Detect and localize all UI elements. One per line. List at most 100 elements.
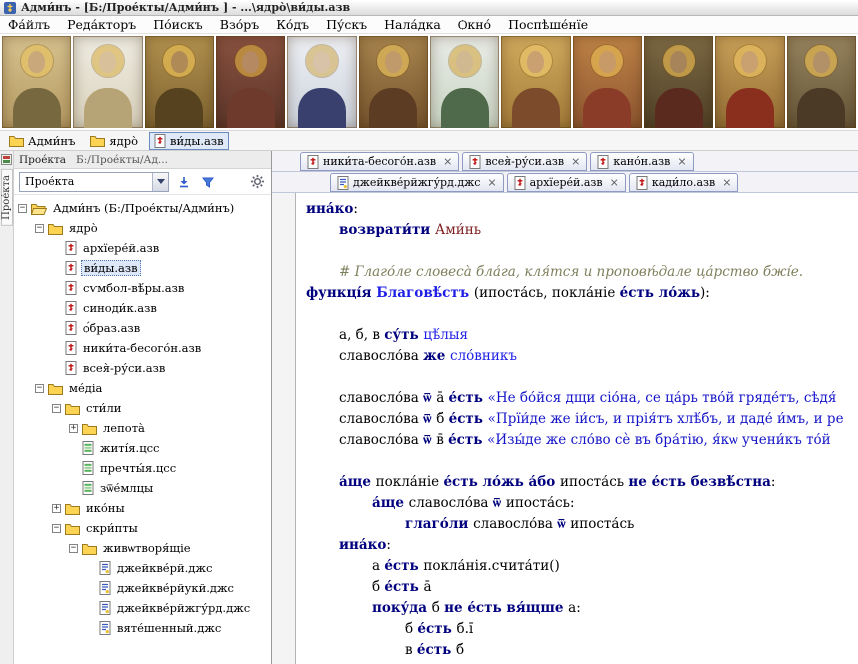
menu-item[interactable]: Фа́йлъ <box>8 17 50 32</box>
tree-item[interactable]: −живѡтворя́щіе <box>14 538 271 558</box>
shortcut-item[interactable]: ядро̀ <box>86 133 142 149</box>
code-token-pun: : <box>353 201 358 217</box>
icon-thumbnail[interactable] <box>2 36 71 128</box>
collapse-box-icon[interactable]: − <box>52 524 61 533</box>
code-token-id: ипоста́сь <box>570 516 634 532</box>
tree-item-label: житі́я.цсс <box>98 441 161 455</box>
menu-item[interactable]: Ѻкно́ <box>458 17 491 33</box>
expand-box-icon[interactable]: + <box>69 424 78 433</box>
tab-close-icon[interactable]: × <box>677 156 686 167</box>
icon-thumbnail[interactable] <box>216 36 285 128</box>
face-shape <box>599 51 616 73</box>
tab-close-icon[interactable]: × <box>571 156 580 167</box>
folder-icon <box>82 542 97 555</box>
code-token-kw: не е́сть <box>444 600 506 616</box>
code-token-id: б <box>405 621 417 637</box>
icon-thumbnail[interactable] <box>145 36 214 128</box>
editor-tab[interactable]: кано́н.азв× <box>590 152 693 171</box>
collapse-box-icon[interactable]: − <box>69 544 78 553</box>
tree-item[interactable]: ѻ́браз.азв <box>14 318 271 338</box>
icon-thumbnail[interactable] <box>573 36 642 128</box>
icon-thumbnail[interactable] <box>715 36 784 128</box>
code-token-num: б̄ <box>436 411 448 427</box>
tree-item[interactable]: архїере́й.азв <box>14 238 271 258</box>
tree-item[interactable]: джейкве́рйукй.джс <box>14 578 271 598</box>
shortcut-item[interactable]: ви́ды.азв <box>149 132 229 150</box>
collapse-box-icon[interactable]: − <box>52 404 61 413</box>
shortcut-item[interactable]: Адми́нъ <box>5 133 79 149</box>
shortcut-label: ядро̀ <box>109 134 138 148</box>
code-line: а, б, в су́ть цѣ́лыя <box>306 325 858 346</box>
icon-thumbnail[interactable] <box>287 36 356 128</box>
icon-thumbnail[interactable] <box>787 36 856 128</box>
editor-tab[interactable]: всея̀-ру́си.азв× <box>462 152 587 171</box>
menu-item[interactable]: Нала́дка <box>384 17 441 32</box>
collapse-box-icon[interactable]: − <box>35 384 44 393</box>
tree-item[interactable]: −скри́пты <box>14 518 271 538</box>
tree-item[interactable]: джейкве́рйжгу́рд.джс <box>14 598 271 618</box>
menu-item[interactable]: По́искъ <box>153 17 203 32</box>
collapse-box-icon[interactable]: − <box>35 224 44 233</box>
tree-item[interactable]: всея̀-ру́си.азв <box>14 358 271 378</box>
editor-tab[interactable]: джейкве́рйжгу́рд.джс × <box>330 173 504 192</box>
filter-icon[interactable] <box>199 173 217 191</box>
combobox-dropdown-button[interactable] <box>152 173 168 191</box>
tree-item-label: джейкве́рйжгу́рд.джс <box>115 601 252 615</box>
file-azv-icon <box>65 261 77 275</box>
icon-thumbnail[interactable] <box>73 36 142 128</box>
shortcut-label: ви́ды.азв <box>170 134 224 148</box>
tree-item[interactable]: сѵмбол-вѣ́ры.азв <box>14 278 271 298</box>
settings-gear-icon[interactable] <box>248 173 266 191</box>
icon-thumbnail[interactable] <box>359 36 428 128</box>
tree-item[interactable]: −сти́ли <box>14 398 271 418</box>
main-split: Прое́кта Прое́кта Б:/Прое́кты/Ад... Прое… <box>0 151 858 664</box>
icon-thumbnail[interactable] <box>644 36 713 128</box>
menu-item[interactable]: Поспѣше́нїе <box>508 17 588 32</box>
code-token-id: а <box>372 558 384 574</box>
icon-thumbnail[interactable] <box>430 36 499 128</box>
tree-item[interactable]: −ядро̀ <box>14 218 271 238</box>
tab-close-icon[interactable]: × <box>722 177 731 188</box>
robe-shape <box>583 88 631 128</box>
tree-item[interactable]: ники́та-бесого́н.азв <box>14 338 271 358</box>
collapse-all-icon[interactable] <box>175 173 193 191</box>
tab-close-icon[interactable]: × <box>610 177 619 188</box>
projects-rail-tab[interactable]: Прое́кта <box>1 169 13 226</box>
code-token-id: славосло́ва <box>339 411 423 427</box>
projects-rail-icon[interactable] <box>1 154 12 165</box>
menu-item[interactable]: Пу́скъ <box>326 17 367 32</box>
code-token-type: сло́вникъ <box>450 348 517 364</box>
editor-tab[interactable]: кади́ло.азв× <box>629 173 739 192</box>
tree-item[interactable]: пречты́я.цсс <box>14 458 271 478</box>
tree-item-label: архїере́й.азв <box>81 241 161 255</box>
tree-item[interactable]: −ме́діа <box>14 378 271 398</box>
file-js-icon <box>99 621 111 635</box>
tab-close-icon[interactable]: × <box>443 156 452 167</box>
tree-item[interactable]: житі́я.цсс <box>14 438 271 458</box>
code-token-kw: е́сть <box>384 558 423 574</box>
project-combobox[interactable]: Прое́кта <box>19 172 169 192</box>
editor-tab-label: джейкве́рйжгу́рд.джс <box>353 176 480 189</box>
tree-item[interactable]: джейкве́рй.джс <box>14 558 271 578</box>
folder-icon <box>65 402 80 415</box>
menu-item[interactable]: Ко́дъ <box>276 17 309 32</box>
collapse-box-icon[interactable]: − <box>18 204 27 213</box>
tree-item[interactable]: ви́ды.азв <box>14 258 271 278</box>
tree-item[interactable]: синоди́к.азв <box>14 298 271 318</box>
tab-close-icon[interactable]: × <box>487 177 496 188</box>
tree-item[interactable]: −Адми́нъ (Б:/Прое́кты/Адми́нъ) <box>14 198 271 218</box>
code-editor[interactable]: ина́ко:возврати́ти Ами́нь # Глаго́ле сло… <box>272 193 858 664</box>
icon-thumbnail[interactable] <box>501 36 570 128</box>
editor-tab[interactable]: ники́та-бесого́н.азв× <box>300 152 459 171</box>
code-token-id: славосло́ва <box>339 348 423 364</box>
editor-tab[interactable]: архїере́й.азв × <box>507 173 626 192</box>
tree-item[interactable]: +ико́ны <box>14 498 271 518</box>
tree-item[interactable]: +лепота̀ <box>14 418 271 438</box>
menu-item[interactable]: Реда́кторъ <box>67 17 136 32</box>
face-shape <box>171 51 188 73</box>
tree-item[interactable]: вяте́шенный.джс <box>14 618 271 638</box>
expand-box-icon[interactable]: + <box>52 504 61 513</box>
menu-item[interactable]: Взо́ръ <box>220 17 259 32</box>
editor-tab-label: архїере́й.азв <box>530 176 603 189</box>
tree-item[interactable]: зѿе́млцы <box>14 478 271 498</box>
